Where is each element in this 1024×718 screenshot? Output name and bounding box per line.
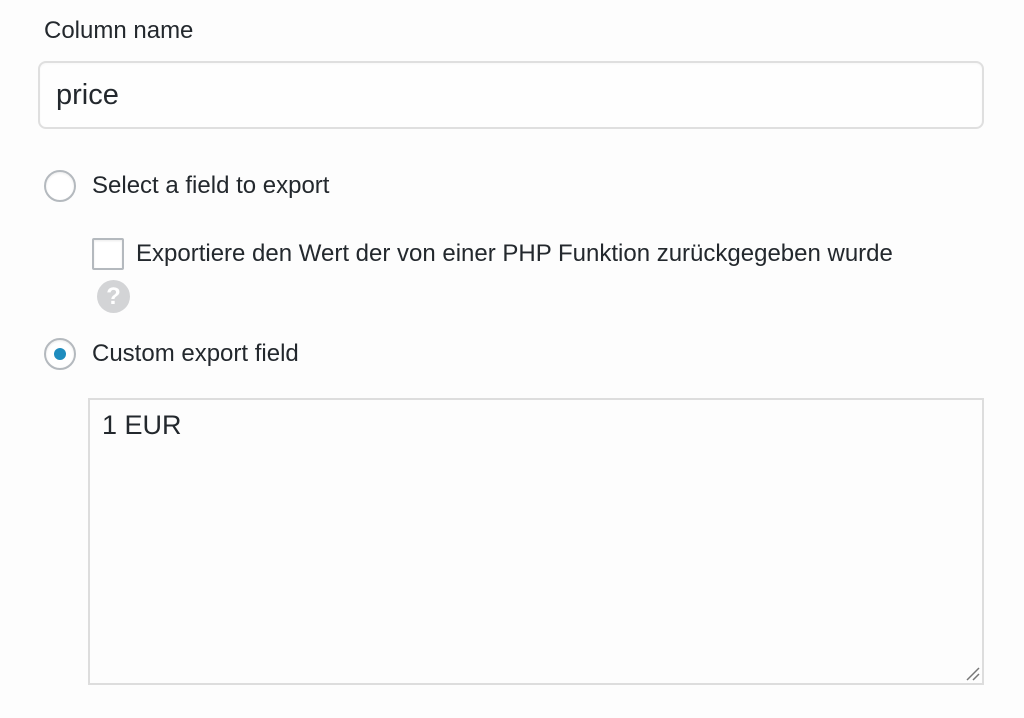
- select-field-radio[interactable]: [44, 170, 76, 202]
- php-function-label[interactable]: Exportiere den Wert der von einer PHP Fu…: [136, 239, 893, 269]
- select-field-label[interactable]: Select a field to export: [92, 171, 329, 201]
- php-function-checkbox[interactable]: [92, 238, 124, 270]
- custom-field-textarea[interactable]: 1 EUR: [88, 398, 984, 685]
- resize-grip-icon[interactable]: [964, 665, 980, 681]
- custom-field-label[interactable]: Custom export field: [92, 339, 299, 369]
- custom-field-radio[interactable]: [44, 338, 76, 370]
- help-icon[interactable]: ?: [97, 280, 130, 313]
- export-column-panel: Column name Select a field to export Exp…: [0, 0, 1024, 718]
- column-name-label: Column name: [44, 17, 194, 44]
- column-name-input[interactable]: [38, 61, 984, 129]
